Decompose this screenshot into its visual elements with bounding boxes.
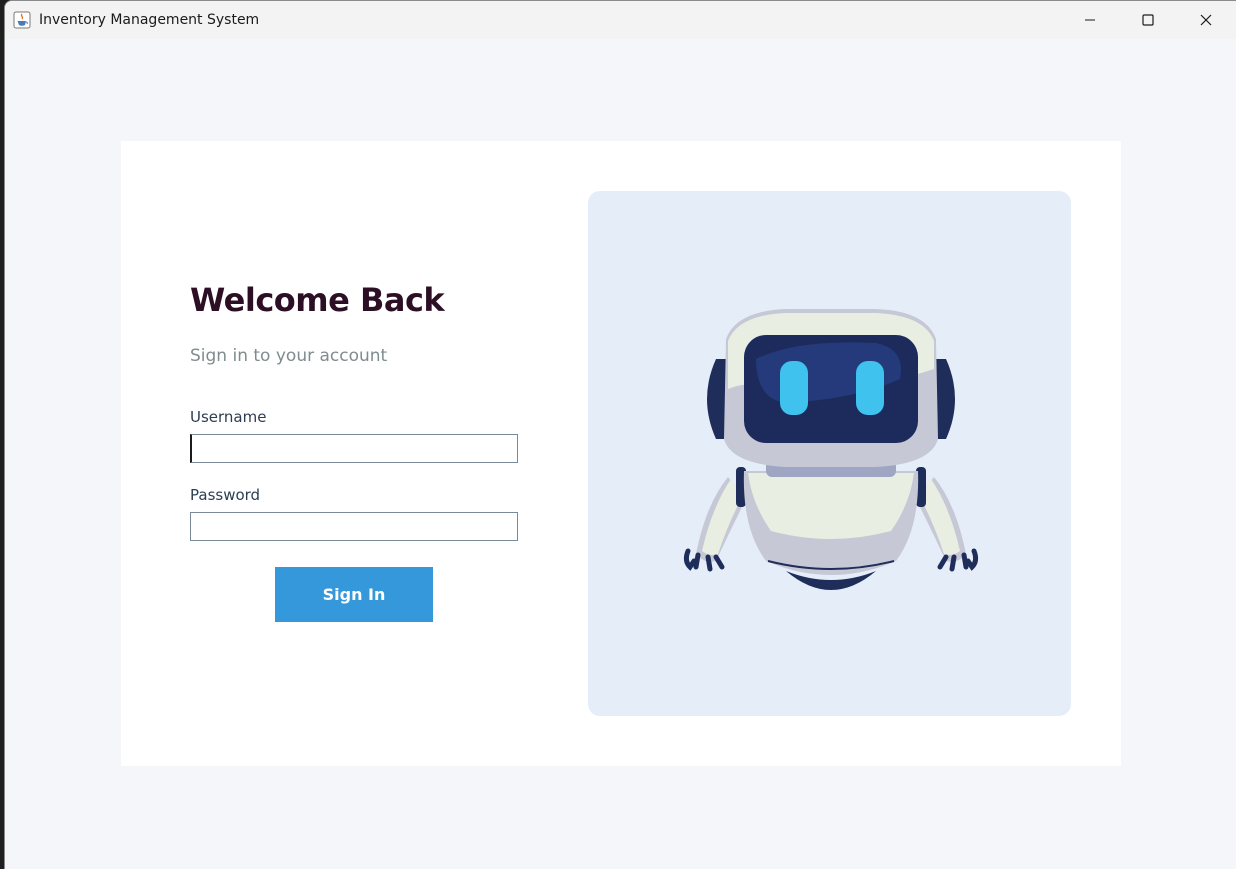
maximize-button[interactable] — [1119, 1, 1177, 39]
close-icon — [1200, 11, 1212, 30]
page-subtitle: Sign in to your account — [190, 346, 388, 366]
maximize-icon — [1142, 11, 1154, 30]
robot-illustration — [683, 309, 979, 590]
app-window: Inventory Management System Welcome Back… — [4, 0, 1236, 869]
java-coffee-cup-icon — [13, 11, 31, 29]
password-input[interactable] — [190, 512, 518, 541]
password-label: Password — [190, 486, 261, 504]
page-title: Welcome Back — [190, 281, 445, 319]
username-input[interactable] — [190, 434, 518, 463]
illustration-panel — [588, 191, 1071, 716]
title-bar[interactable]: Inventory Management System — [5, 1, 1236, 39]
login-card: Welcome Back Sign in to your account Use… — [121, 141, 1121, 766]
close-button[interactable] — [1177, 1, 1235, 39]
username-label: Username — [190, 408, 267, 426]
window-title: Inventory Management System — [39, 12, 260, 28]
minimize-icon — [1084, 11, 1096, 30]
minimize-button[interactable] — [1061, 1, 1119, 39]
sign-in-button[interactable]: Sign In — [275, 567, 433, 622]
